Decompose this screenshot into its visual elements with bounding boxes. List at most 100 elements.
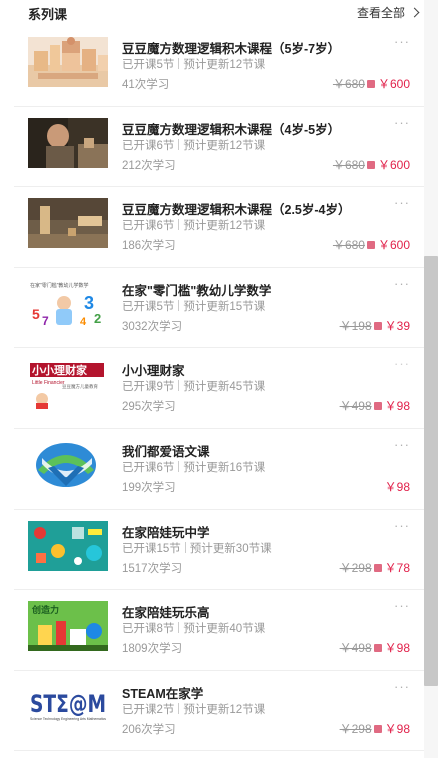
course-thumbnail: [28, 37, 108, 87]
planned-count: 预计更新12节课: [183, 139, 266, 152]
original-price: ￥680: [332, 157, 365, 172]
blue-green-logo-image: [28, 439, 108, 490]
opened-count: 已开课8节: [122, 623, 175, 636]
planned-count: 预计更新30节课: [189, 542, 272, 555]
more-dots-icon[interactable]: ···: [394, 196, 410, 209]
course-item-4[interactable]: 在家"零门槛"教幼儿学数学 5 7 3 2 4 在家"零门槛"教幼儿学数学 已开课5节 预计…: [14, 268, 424, 349]
course-thumbnail: [28, 439, 108, 490]
course-item-3[interactable]: 豆豆魔方数理逻辑积木课程（2.5岁-4岁） 已开课6节 预计更新12节课 186次…: [14, 187, 424, 268]
course-meta: 已开课5节 预计更新15节课: [122, 298, 265, 314]
price-block: ￥298 ￥78: [340, 559, 410, 576]
opened-count: 已开课6节: [122, 220, 175, 233]
more-dots-icon[interactable]: ···: [394, 277, 410, 290]
view-all-link[interactable]: 查看全部: [356, 4, 420, 21]
original-price: ￥298: [339, 721, 372, 736]
meta-divider: [178, 299, 180, 311]
more-dots-icon[interactable]: ···: [394, 438, 410, 451]
numbers-baby-image: 在家"零门槛"教幼儿学数学 5 7 324: [28, 278, 108, 329]
course-item-8[interactable]: 创造力 在家陪娃玩乐高 已开课8节 预计更新40节课 1809次学习 ··· ￥4…: [14, 590, 424, 671]
coupon-icon: [373, 724, 382, 733]
creativity-green-image: 创造力: [28, 601, 108, 652]
learner-count: 41次学习: [122, 79, 170, 91]
price-block: ￥680 ￥600: [333, 75, 410, 92]
svg-text:豆豆魔方儿童教育: 豆豆魔方儿童教育: [62, 383, 98, 390]
coupon-icon: [373, 563, 382, 572]
course-meta: 已开课6节 预计更新12节课: [122, 137, 265, 153]
course-item-7[interactable]: 在家陪娃玩中学 已开课15节 预计更新30节课 1517次学习 ··· ￥298 ￥…: [14, 510, 424, 591]
opened-count: 已开课5节: [122, 300, 175, 313]
learner-count: 199次学习: [122, 481, 176, 494]
price-block: ￥98: [385, 478, 410, 495]
learner-count: 212次学习: [122, 159, 176, 172]
course-thumbnail: [28, 198, 108, 249]
course-thumbnail: 创造力: [28, 601, 108, 652]
view-all-label: 查看全部: [356, 6, 405, 20]
planned-count: 预计更新12节课: [183, 59, 266, 71]
wooden-blocks-image: [28, 37, 108, 87]
learner-count: 295次学习: [122, 401, 176, 414]
opened-count: 已开课2节: [122, 703, 175, 716]
svg-text:小小理财家: 小小理财家: [31, 363, 88, 377]
course-meta: 已开课6节 预计更新12节课: [122, 217, 265, 233]
blocks-table-image: [28, 198, 108, 249]
current-price: ￥600: [377, 77, 410, 91]
more-dots-icon[interactable]: ···: [394, 116, 410, 129]
original-price: ￥680: [332, 238, 365, 253]
course-title: 小小理财家: [122, 364, 185, 379]
meta-divider: [178, 138, 180, 150]
planned-count: 预计更新16节课: [183, 461, 266, 474]
coupon-icon: [373, 321, 382, 330]
price-block: ￥298 ￥98: [340, 720, 410, 737]
svg-text:在家"零门槛"教幼儿学数学: 在家"零门槛"教幼儿学数学: [30, 282, 89, 289]
course-meta: 已开课8节 预计更新40节课: [122, 620, 265, 636]
coupon-icon: [366, 80, 375, 88]
course-title: 在家陪娃玩中学: [122, 525, 210, 540]
price-block: ￥498 ￥98: [340, 639, 410, 656]
current-price: ￥98: [384, 479, 410, 494]
more-dots-icon[interactable]: ···: [394, 519, 410, 532]
more-dots-icon[interactable]: ···: [394, 599, 410, 612]
scrollbar-thumb[interactable]: [424, 256, 438, 686]
course-item-1[interactable]: 豆豆魔方数理逻辑积木课程（5岁-7岁） 已开课5节 预计更新12节课 41次学习 …: [14, 26, 424, 107]
course-thumbnail: [28, 520, 108, 571]
coupon-icon: [373, 402, 382, 411]
planned-count: 预计更新12节课: [183, 220, 266, 233]
more-dots-icon[interactable]: ···: [394, 680, 410, 693]
course-item-5[interactable]: 小小理财家 Little Financier 豆豆魔方儿童教育 小小理财家 已开课9…: [14, 348, 424, 429]
learner-count: 1517次学习: [122, 562, 183, 575]
price-block: ￥198 ￥39: [340, 317, 410, 334]
course-item-6[interactable]: 我们都爱语文课 已开课6节 预计更新16节课 199次学习 ··· ￥98: [14, 429, 424, 510]
original-price: ￥680: [332, 77, 365, 91]
course-item-9[interactable]: STΣ@M Science Technology Engineering Arts…: [14, 671, 424, 752]
current-price: ￥98: [384, 399, 410, 414]
svg-text:5: 5: [32, 306, 40, 322]
section-header: 系列课 查看全部: [28, 0, 420, 26]
course-title: 我们都爱语文课: [122, 444, 210, 459]
more-dots-icon[interactable]: ···: [394, 357, 410, 370]
coupon-icon: [366, 160, 375, 169]
original-price: ￥298: [339, 560, 372, 575]
svg-text:3: 3: [84, 293, 94, 313]
learner-count: 206次学习: [122, 723, 176, 736]
learner-count: 1809次学习: [122, 643, 183, 656]
course-thumbnail: STΣ@M Science Technology Engineering Arts…: [28, 681, 108, 732]
coupon-icon: [373, 644, 382, 653]
learner-count: 3032次学习: [122, 320, 183, 333]
svg-text:STΣ@M: STΣ@M: [30, 690, 106, 718]
more-dots-icon[interactable]: ···: [394, 35, 410, 48]
course-meta: 已开课15节 预计更新30节课: [122, 540, 272, 556]
course-title: 豆豆魔方数理逻辑积木课程（5岁-7岁）: [122, 42, 341, 56]
opened-count: 已开课5节: [122, 59, 175, 71]
course-item-2[interactable]: 豆豆魔方数理逻辑积木课程（4岁-5岁） 已开课6节 预计更新12节课 212次学习…: [14, 107, 424, 188]
meta-divider: [178, 460, 180, 472]
meta-divider: [178, 219, 180, 231]
svg-text:4: 4: [80, 316, 87, 328]
coupon-icon: [366, 241, 375, 250]
svg-text:2: 2: [94, 311, 101, 326]
child-photo-image: [28, 117, 108, 168]
planned-count: 预计更新40节课: [183, 623, 266, 636]
price-block: ￥680 ￥600: [333, 236, 410, 253]
price-block: ￥498 ￥98: [340, 397, 410, 414]
course-list-page: 系列课 查看全部 豆豆魔方数理逻辑积木课程（5岁-7岁） 已开课5节 预计更新12…: [0, 0, 444, 758]
course-thumbnail: 小小理财家 Little Financier 豆豆魔方儿童教育: [28, 359, 108, 410]
